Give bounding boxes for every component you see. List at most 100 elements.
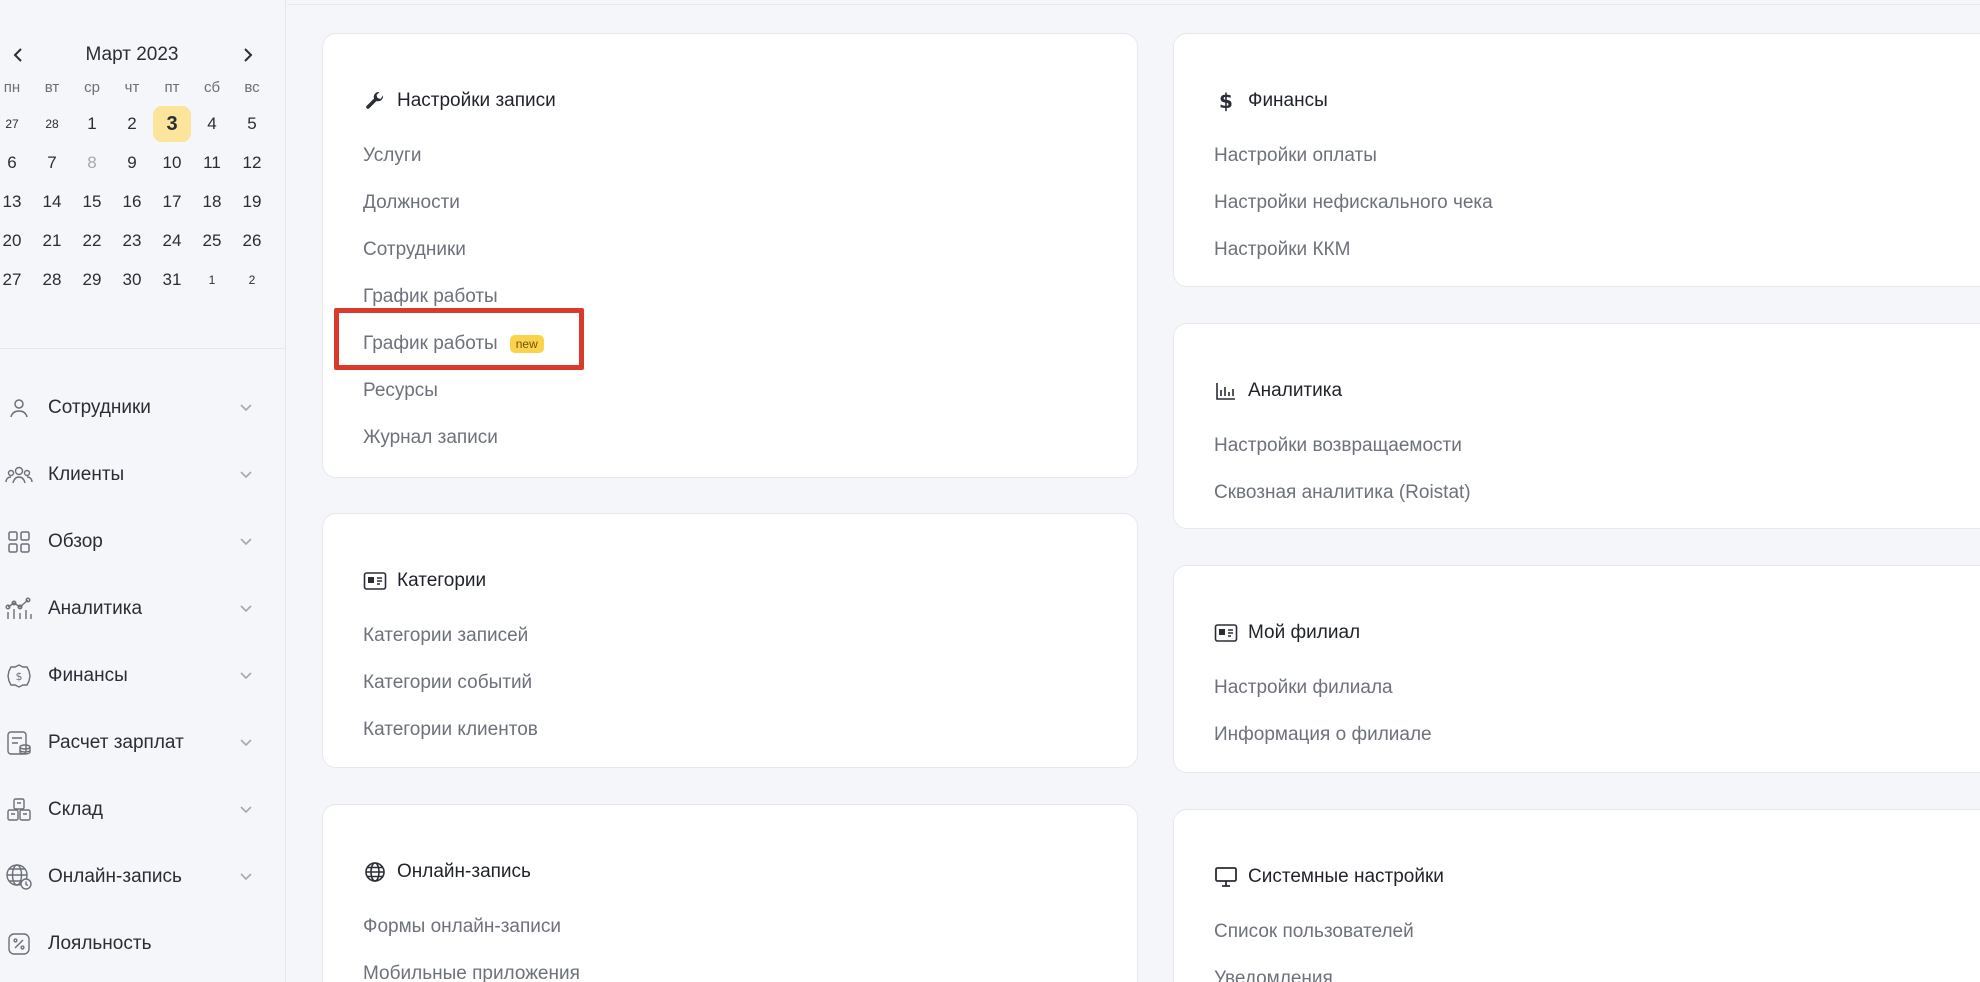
chevron-down-icon[interactable] <box>234 530 258 554</box>
link-online-forms[interactable]: Формы онлайн-записи <box>363 903 580 950</box>
link-kkm-settings[interactable]: Настройки ККМ <box>1214 226 1493 273</box>
dollar-icon: $ <box>1214 89 1238 113</box>
chevron-down-icon[interactable] <box>234 597 258 621</box>
card-title: Аналитика <box>1248 380 1343 401</box>
link-user-list[interactable]: Список пользователей <box>1214 908 1414 955</box>
calendar-day[interactable]: 11 <box>192 145 232 181</box>
weekday-label: пт <box>164 79 180 96</box>
sidebar-item-analytics[interactable]: Аналитика <box>0 575 286 642</box>
link-positions[interactable]: Должности <box>363 179 544 226</box>
calendar-day[interactable]: 1 <box>192 262 232 298</box>
card-title: Онлайн-запись <box>397 861 531 882</box>
sidebar-divider <box>0 348 286 349</box>
link-notifications[interactable]: Уведомления <box>1214 955 1414 982</box>
loyalty-icon <box>4 929 34 959</box>
chevron-down-icon[interactable] <box>234 463 258 487</box>
link-employees[interactable]: Сотрудники <box>363 226 544 273</box>
link-branch-info[interactable]: Информация о филиале <box>1214 711 1432 758</box>
card-links: Формы онлайн-записи Мобильные приложения <box>363 903 580 982</box>
calendar-day[interactable]: 21 <box>32 223 72 259</box>
sidebar-item-overview[interactable]: Обзор <box>0 508 286 575</box>
calendar-day[interactable]: 2 <box>112 106 152 142</box>
calendar-day[interactable]: 16 <box>112 184 152 220</box>
chevron-down-icon[interactable] <box>234 865 258 889</box>
calendar-day[interactable]: 15 <box>72 184 112 220</box>
calendar-day[interactable]: 29 <box>72 262 112 298</box>
calendar-day[interactable]: 4 <box>192 106 232 142</box>
calendar-day[interactable]: 10 <box>152 145 192 181</box>
online-booking-icon <box>4 862 34 892</box>
calendar-day[interactable]: 31 <box>152 262 192 298</box>
link-event-categories[interactable]: Категории событий <box>363 659 538 706</box>
calendar-day[interactable]: 5 <box>232 106 272 142</box>
link-retention-settings[interactable]: Настройки возвращаемости <box>1214 422 1471 469</box>
sidebar-item-clients[interactable]: Клиенты <box>0 441 286 508</box>
calendar-day[interactable]: 19 <box>232 184 272 220</box>
sidebar-item-employees[interactable]: Сотрудники <box>0 374 286 441</box>
calendar-day[interactable]: 17 <box>152 184 192 220</box>
chevron-down-icon[interactable] <box>234 396 258 420</box>
calendar-weekdays: пн вт ср чт пт сб вс <box>0 78 272 104</box>
link-client-categories[interactable]: Категории клиентов <box>363 706 538 753</box>
calendar-day-selected[interactable]: 3 <box>153 105 191 142</box>
id-card-icon <box>1214 621 1238 645</box>
sidebar-item-payroll[interactable]: Расчет зарплат <box>0 709 286 776</box>
link-branch-settings[interactable]: Настройки филиала <box>1214 664 1432 711</box>
sidebar-item-warehouse[interactable]: Склад <box>0 776 286 843</box>
calendar-day[interactable]: 27 <box>0 262 32 298</box>
calendar-week: 20 21 22 23 24 25 26 <box>0 221 272 260</box>
card-header: Аналитика <box>1214 376 1342 406</box>
calendar-day[interactable]: 20 <box>0 223 32 259</box>
calendar-day[interactable]: 25 <box>192 223 232 259</box>
calendar-day[interactable]: 9 <box>112 145 152 181</box>
link-nonfiscal-receipt[interactable]: Настройки нефискального чека <box>1214 179 1493 226</box>
calendar-day[interactable]: 18 <box>192 184 232 220</box>
calendar-day[interactable]: 27 <box>0 106 32 142</box>
calendar-day[interactable]: 13 <box>0 184 32 220</box>
sidebar-item-finance[interactable]: $ Финансы <box>0 642 286 709</box>
chevron-down-icon[interactable] <box>234 664 258 688</box>
link-mobile-apps[interactable]: Мобильные приложения <box>363 950 580 982</box>
weekday-label: вс <box>244 79 260 96</box>
sidebar-item-online-booking[interactable]: Онлайн-запись <box>0 843 286 910</box>
calendar-day[interactable]: 8 <box>72 145 112 181</box>
sidebar-item-loyalty[interactable]: Лояльность <box>0 910 286 977</box>
link-booking-categories[interactable]: Категории записей <box>363 612 538 659</box>
calendar-day[interactable]: 24 <box>152 223 192 259</box>
chevron-down-icon[interactable] <box>234 731 258 755</box>
card-online-booking: Онлайн-запись Формы онлайн-записи Мобиль… <box>322 804 1138 982</box>
calendar-day[interactable]: 6 <box>0 145 32 181</box>
calendar-day[interactable]: 1 <box>72 106 112 142</box>
sidebar-item-label: Онлайн-запись <box>48 865 182 887</box>
calendar-day[interactable]: 12 <box>232 145 272 181</box>
sidebar-item-label: Расчет зарплат <box>48 731 184 753</box>
calendar-day[interactable]: 30 <box>112 262 152 298</box>
svg-text:$: $ <box>16 670 23 683</box>
calendar-week: 6 7 8 9 10 11 12 <box>0 143 272 182</box>
calendar-day[interactable]: 26 <box>232 223 272 259</box>
analytics-icon <box>4 594 34 624</box>
card-finance: $ Финансы Настройки оплаты Настройки неф… <box>1173 33 1980 287</box>
link-payment-settings[interactable]: Настройки оплаты <box>1214 132 1493 179</box>
sidebar-item-label: Сотрудники <box>48 396 151 418</box>
link-services[interactable]: Услуги <box>363 132 544 179</box>
clients-icon <box>4 460 34 490</box>
link-resources[interactable]: Ресурсы <box>363 367 544 414</box>
calendar-day[interactable]: 23 <box>112 223 152 259</box>
chevron-down-icon[interactable] <box>234 798 258 822</box>
calendar-day[interactable]: 14 <box>32 184 72 220</box>
calendar-day[interactable]: 28 <box>32 106 72 142</box>
calendar-day[interactable]: 28 <box>32 262 72 298</box>
card-header: Категории <box>363 566 486 596</box>
link-booking-journal[interactable]: Журнал записи <box>363 414 544 461</box>
card-header: Онлайн-запись <box>363 857 531 887</box>
sidebar-menu: Сотрудники Клиенты Обзор Аналитика $ Фин… <box>0 374 286 977</box>
calendar-day[interactable]: 7 <box>32 145 72 181</box>
chevron-right-icon[interactable] <box>236 40 260 70</box>
link-roistat[interactable]: Сквозная аналитика (Roistat) <box>1214 469 1471 516</box>
calendar-day[interactable]: 2 <box>232 262 272 298</box>
calendar-day[interactable]: 22 <box>72 223 112 259</box>
finance-icon: $ <box>4 661 34 691</box>
weekday-label: чт <box>124 79 140 96</box>
chevron-left-icon[interactable] <box>6 40 30 70</box>
